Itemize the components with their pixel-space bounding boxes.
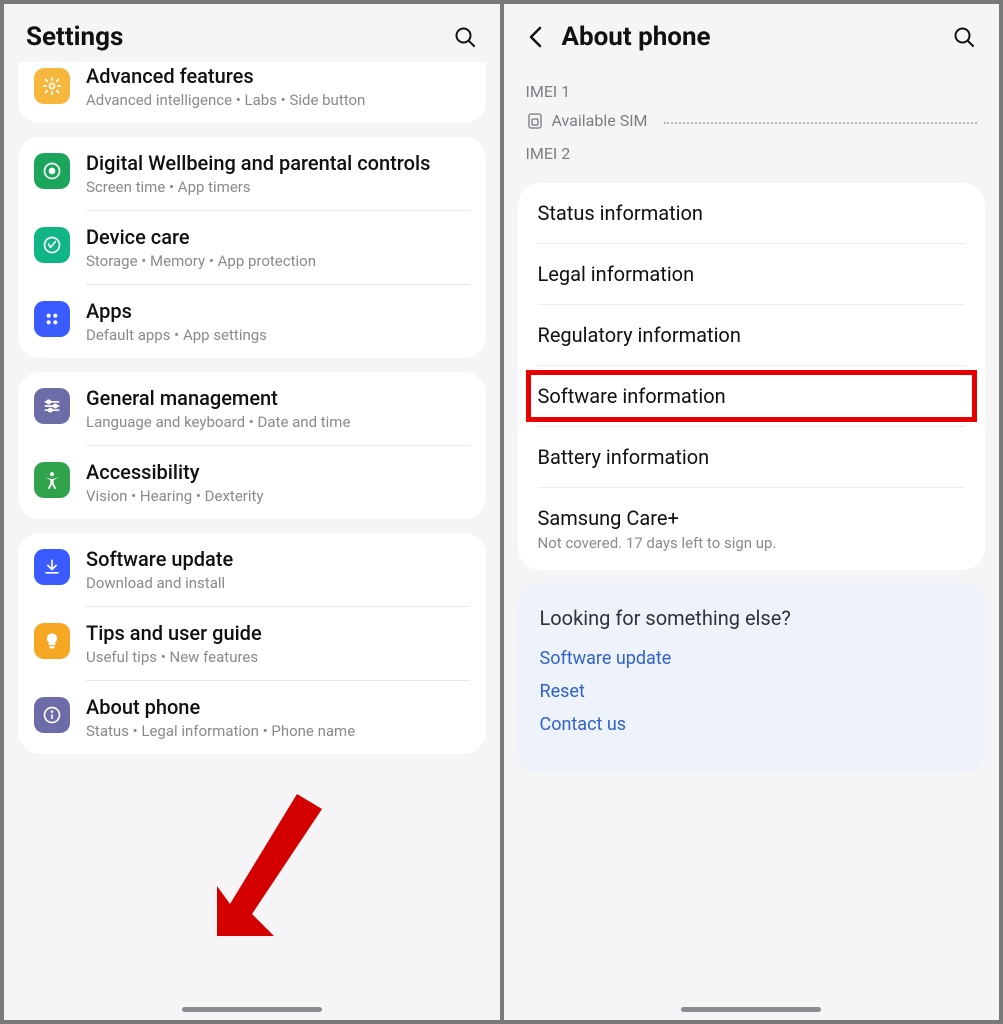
- about-header: About phone: [504, 4, 1000, 62]
- about-row-title: Regulatory information: [538, 323, 966, 347]
- settings-row-apps[interactable]: Apps Default apps • App settings: [18, 285, 486, 358]
- suggestions-title: Looking for something else?: [540, 606, 964, 630]
- general-icon: [34, 388, 70, 424]
- row-subtitle: Default apps • App settings: [86, 326, 470, 344]
- search-icon: [453, 25, 477, 49]
- dotted-separator: [664, 122, 977, 124]
- settings-list[interactable]: Advanced features Advanced intelligence •…: [4, 62, 500, 1020]
- wellbeing-icon: [34, 153, 70, 189]
- settings-group: Digital Wellbeing and parental controls S…: [18, 137, 486, 358]
- row-title: Tips and user guide: [86, 621, 470, 646]
- row-subtitle: Status • Legal information • Phone name: [86, 722, 470, 740]
- about-row-title: Battery information: [538, 445, 966, 469]
- settings-row-devicecare[interactable]: Device care Storage • Memory • App protec…: [18, 211, 486, 284]
- settings-group: Software update Download and install Tips …: [18, 533, 486, 754]
- settings-header: Settings: [4, 4, 500, 62]
- home-indicator[interactable]: [681, 1007, 821, 1012]
- row-texts: Software update Download and install: [86, 547, 470, 592]
- about-row-subtitle: Not covered. 17 days left to sign up.: [538, 534, 966, 552]
- about-row-software-information[interactable]: Software information: [518, 366, 986, 426]
- settings-screen: Settings Advanced features Advanced intel…: [4, 4, 500, 1020]
- suggestion-link[interactable]: Reset: [540, 681, 964, 702]
- settings-row-general[interactable]: General management Language and keyboard …: [18, 372, 486, 445]
- about-row-title: Samsung Care+: [538, 506, 966, 530]
- settings-row-accessibility[interactable]: Accessibility Vision • Hearing • Dexterit…: [18, 446, 486, 519]
- suggestion-link[interactable]: Software update: [540, 648, 964, 669]
- imei2-label: IMEI 2: [526, 144, 978, 163]
- about-row-battery-information[interactable]: Battery information: [518, 427, 986, 487]
- about-row-title: Software information: [538, 384, 966, 408]
- search-button[interactable]: [951, 24, 977, 50]
- chevron-left-icon: [528, 26, 542, 48]
- about-row-title: Legal information: [538, 262, 966, 286]
- row-title: Apps: [86, 299, 470, 324]
- row-texts: Digital Wellbeing and parental controls S…: [86, 151, 470, 196]
- row-title: Digital Wellbeing and parental controls: [86, 151, 470, 176]
- row-subtitle: Useful tips • New features: [86, 648, 470, 666]
- update-icon: [34, 549, 70, 585]
- row-title: About phone: [86, 695, 470, 720]
- row-texts: Tips and user guide Useful tips • New fea…: [86, 621, 470, 666]
- row-title: Advanced features: [86, 64, 470, 89]
- suggestions-card: Looking for something else? Software upd…: [518, 584, 986, 773]
- row-subtitle: Advanced intelligence • Labs • Side butt…: [86, 91, 470, 109]
- settings-row-tips[interactable]: Tips and user guide Useful tips • New fea…: [18, 607, 486, 680]
- settings-row-adv[interactable]: Advanced features Advanced intelligence •…: [18, 62, 486, 123]
- about-title: About phone: [562, 22, 934, 52]
- tips-icon: [34, 623, 70, 659]
- row-texts: Apps Default apps • App settings: [86, 299, 470, 344]
- search-button[interactable]: [452, 24, 478, 50]
- sim-icon: [526, 112, 544, 130]
- apps-icon: [34, 301, 70, 337]
- accessibility-icon: [34, 462, 70, 498]
- row-texts: General management Language and keyboard …: [86, 386, 470, 431]
- about-row-samsung-care-[interactable]: Samsung Care+ Not covered. 17 days left t…: [518, 488, 986, 570]
- available-sim-row: Available SIM: [526, 111, 978, 130]
- about-menu-card: Status information Legal information Regul…: [518, 183, 986, 570]
- about-row-regulatory-information[interactable]: Regulatory information: [518, 305, 986, 365]
- settings-title: Settings: [26, 22, 434, 52]
- row-texts: Accessibility Vision • Hearing • Dexterit…: [86, 460, 470, 505]
- row-texts: Advanced features Advanced intelligence •…: [86, 66, 470, 109]
- about-row-title: Status information: [538, 201, 966, 225]
- about-row-status-information[interactable]: Status information: [518, 183, 986, 243]
- row-subtitle: Screen time • App timers: [86, 178, 470, 196]
- row-texts: About phone Status • Legal information • …: [86, 695, 470, 740]
- search-icon: [952, 25, 976, 49]
- home-indicator[interactable]: [182, 1007, 322, 1012]
- suggestion-link[interactable]: Contact us: [540, 714, 964, 735]
- settings-group: Advanced features Advanced intelligence •…: [18, 62, 486, 123]
- devicecare-icon: [34, 227, 70, 263]
- row-subtitle: Vision • Hearing • Dexterity: [86, 487, 470, 505]
- available-sim-label: Available SIM: [552, 111, 648, 130]
- about-row-legal-information[interactable]: Legal information: [518, 244, 986, 304]
- imei-block: IMEI 1 Available SIM IMEI 2: [504, 62, 1000, 183]
- settings-row-update[interactable]: Software update Download and install: [18, 533, 486, 606]
- settings-group: General management Language and keyboard …: [18, 372, 486, 519]
- settings-row-wellbeing[interactable]: Digital Wellbeing and parental controls S…: [18, 137, 486, 210]
- row-subtitle: Download and install: [86, 574, 470, 592]
- settings-row-about[interactable]: About phone Status • Legal information • …: [18, 681, 486, 754]
- row-texts: Device care Storage • Memory • App protec…: [86, 225, 470, 270]
- row-title: Device care: [86, 225, 470, 250]
- row-subtitle: Storage • Memory • App protection: [86, 252, 470, 270]
- row-title: Software update: [86, 547, 470, 572]
- row-title: General management: [86, 386, 470, 411]
- about-phone-screen: About phone IMEI 1 Available SIM IMEI 2 …: [504, 4, 1000, 1020]
- imei1-label: IMEI 1: [526, 82, 978, 101]
- row-title: Accessibility: [86, 460, 470, 485]
- row-subtitle: Language and keyboard • Date and time: [86, 413, 470, 431]
- adv-icon: [34, 68, 70, 104]
- back-button[interactable]: [526, 28, 544, 46]
- about-icon: [34, 697, 70, 733]
